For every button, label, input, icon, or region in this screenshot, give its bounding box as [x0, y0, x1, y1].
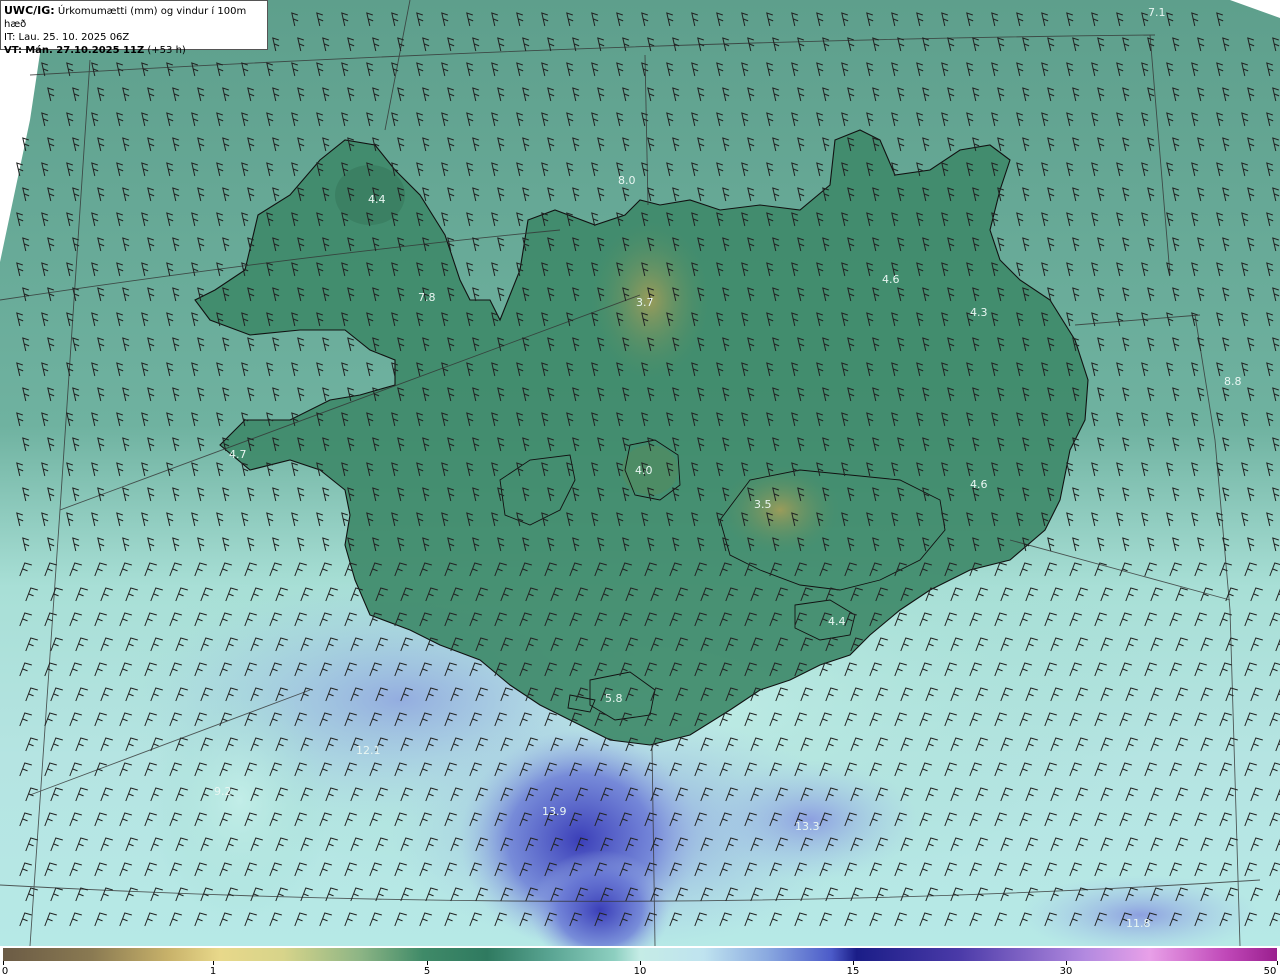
map-title-box: UWC/IG: Úrkomumætti (mm) og vindur í 100…: [0, 0, 268, 56]
value-label: 4.6: [882, 273, 900, 286]
init-time: IT: Lau. 25. 10. 2025 06Z: [4, 32, 130, 43]
value-label: 8.0: [618, 174, 636, 187]
colorbar-tick-label: 10: [633, 966, 647, 977]
lead-time: (+53 h): [147, 45, 186, 56]
value-label: 8.8: [1224, 375, 1242, 388]
value-label: 4.0: [635, 464, 653, 477]
value-label: 9.2: [214, 785, 232, 798]
colorbar-tick-mark: [640, 961, 641, 965]
colorbar-tick-mark: [1277, 961, 1278, 965]
value-label: 13.9: [542, 805, 567, 818]
colorbar-tick-mark: [427, 961, 428, 965]
value-label: 11.8: [1126, 917, 1151, 930]
colorbar-strip: [3, 948, 1277, 961]
value-label: 13.3: [795, 820, 820, 833]
value-label: 7.8: [418, 291, 436, 304]
forecast-map: 7.1 8.0 4.4 7.8 3.7 4.6 4.3 8.8 4.7 4.0 3.5 4.6 4.4 5…: [0, 0, 1280, 946]
colorbar-tick-label: 15: [846, 966, 860, 977]
valid-time: Mán. 27.10.2025 11Z: [25, 45, 145, 56]
colorbar-tick-mark: [213, 961, 214, 965]
value-label: 4.7: [229, 448, 247, 461]
colorbar-tick-label: 1: [209, 966, 217, 977]
value-label: 4.4: [368, 193, 386, 206]
product-code: UWC/IG:: [4, 4, 55, 17]
colorbar-tick-mark: [3, 961, 4, 965]
valid-label: VT:: [4, 45, 23, 56]
value-label: 3.7: [636, 296, 654, 309]
colorbar-tick-label: 30: [1059, 966, 1073, 977]
colorbar-tick-mark: [853, 961, 854, 965]
colorbar-tick-label: 5: [423, 966, 431, 977]
value-label: 12.1: [356, 744, 381, 757]
value-label: 7.1: [1148, 6, 1166, 19]
value-label: 4.3: [970, 306, 988, 319]
value-label: 5.8: [605, 692, 623, 705]
colorbar: 0 1 5 10 15 30 50: [0, 946, 1280, 978]
value-label: 3.5: [754, 498, 772, 511]
value-label: 4.6: [970, 478, 988, 491]
colorbar-tick-mark: [1066, 961, 1067, 965]
colorbar-tick-label: 0: [1, 966, 9, 977]
value-label: 4.4: [828, 615, 846, 628]
colorbar-tick-label: 50: [1263, 966, 1277, 977]
